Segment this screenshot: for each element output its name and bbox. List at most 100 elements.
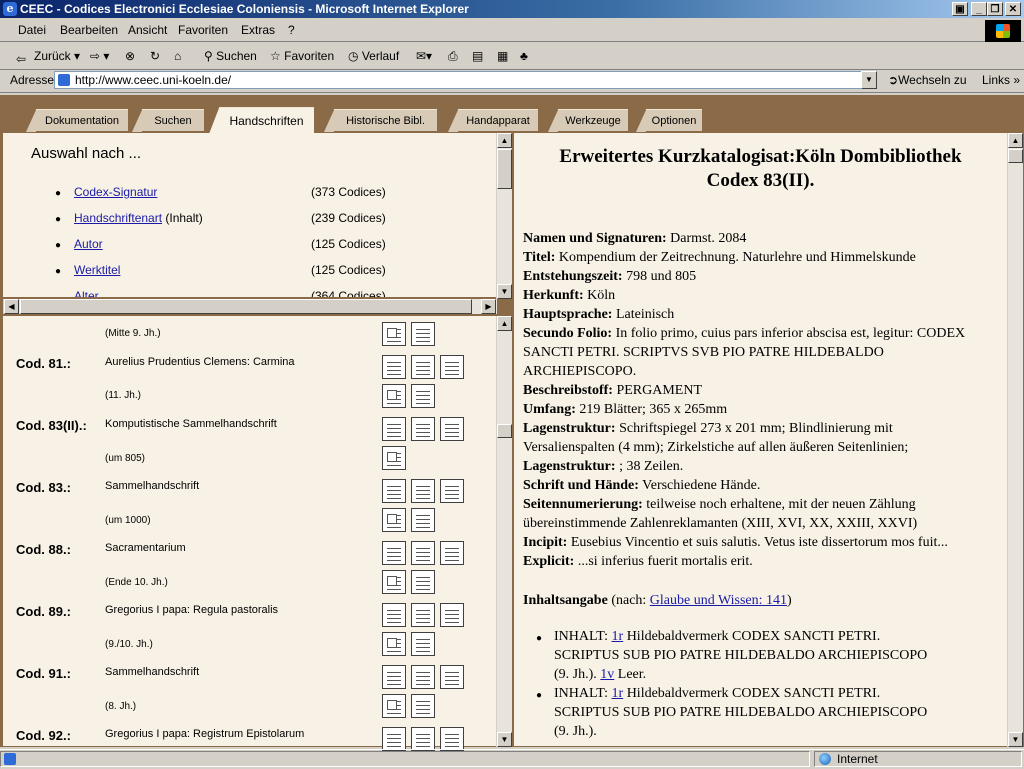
document-icon[interactable] [411,727,435,751]
document-icon[interactable] [411,541,435,565]
mail-button[interactable]: ✉▾ [416,49,432,63]
document-icon[interactable] [411,479,435,503]
forward-button[interactable]: ⇨ ▾ [90,49,109,63]
favorites-button[interactable]: ☆ Favoriten [270,49,334,63]
scroll-thumb[interactable] [1008,149,1023,163]
discuss-button[interactable]: ▦ [497,49,508,63]
tab-optionen[interactable]: Optionen [636,109,702,132]
facsimile-icon[interactable] [382,322,406,346]
close-button[interactable]: ✕ [1005,2,1021,16]
document-icon[interactable] [440,541,464,565]
document-icon[interactable] [382,541,406,565]
home-button[interactable]: ⌂ [174,49,181,63]
scroll-right-button[interactable]: ▶ [481,299,496,314]
tab-historische-bibl[interactable]: Historische Bibl. [324,109,437,132]
scroll-down-button[interactable]: ▼ [497,732,512,747]
document-icon[interactable] [382,665,406,689]
facsimile-icon[interactable] [382,384,406,408]
folio-link[interactable]: 1v [600,667,614,682]
tab-dokumentation[interactable]: Dokumentation [26,109,128,132]
zone-label: Internet [837,752,878,766]
document-icon[interactable] [411,508,435,532]
restore-small-icon[interactable]: ▣ [952,2,968,16]
menu-help[interactable]: ? [288,23,295,37]
messenger-button[interactable]: ♣ [520,49,528,63]
document-icon[interactable] [411,665,435,689]
codex-list-vscrollbar[interactable]: ▲ ▼ [496,316,512,747]
go-button[interactable]: ➲Wechseln zu [888,73,967,87]
document-icon[interactable] [411,603,435,627]
menu-extras[interactable]: Extras [241,23,275,37]
document-icon[interactable] [411,632,435,656]
document-icon[interactable] [411,694,435,718]
detail-vscrollbar[interactable]: ▲ ▼ [1007,133,1023,747]
tab-werkzeuge[interactable]: Werkzeuge [548,109,628,132]
address-input[interactable]: http://www.ceec.uni-koeln.de/ [54,71,862,89]
edit-button[interactable]: ▤ [472,49,483,63]
folio-link[interactable]: 1r [612,629,624,644]
facsimile-icon[interactable] [382,570,406,594]
detail-field: ARCHIEPISCOPO. [523,362,1003,381]
scroll-up-button[interactable]: ▲ [1008,133,1023,148]
folio-link[interactable]: 1r [612,686,624,701]
document-icon[interactable] [411,322,435,346]
document-icon[interactable] [411,355,435,379]
history-button[interactable]: ◷ Verlauf [348,49,399,63]
document-icon[interactable] [382,727,406,751]
scroll-thumb[interactable] [497,424,512,438]
scroll-left-button[interactable]: ◀ [4,299,19,314]
stop-button[interactable]: ⊗ [125,49,135,63]
scroll-up-button[interactable]: ▲ [497,133,512,148]
document-icon[interactable] [411,417,435,441]
address-dropdown-button[interactable]: ▼ [861,71,877,89]
menu-favoriten[interactable]: Favoriten [178,23,228,37]
facsimile-icon[interactable] [382,508,406,532]
hscroll-thumb[interactable] [20,299,472,314]
field-label: Lagenstruktur: [523,421,616,436]
facsimile-icon[interactable] [382,694,406,718]
links-button[interactable]: Links » [982,73,1020,87]
scroll-thumb[interactable] [497,149,512,189]
document-icon[interactable] [382,479,406,503]
document-icon[interactable] [440,665,464,689]
tab-handschriften[interactable]: Handschriften [209,107,314,134]
document-icon[interactable] [382,355,406,379]
link-autor[interactable]: Autor [74,237,103,251]
selection-hscrollbar[interactable]: ◀ ▶ [3,299,497,314]
search-button[interactable]: ⚲ Suchen [204,49,257,63]
document-icon[interactable] [440,355,464,379]
search-icon: ⚲ [204,49,213,63]
document-icon[interactable] [440,479,464,503]
scroll-down-button[interactable]: ▼ [497,284,512,299]
scroll-down-button[interactable]: ▼ [1008,732,1023,747]
document-icon[interactable] [411,384,435,408]
document-icon[interactable] [440,603,464,627]
menu-bearbeiten[interactable]: Bearbeiten [60,23,118,37]
refresh-button[interactable]: ↻ [150,49,160,63]
back-button[interactable]: ⇦ Zurück ▾ [16,49,80,66]
document-icon[interactable] [440,727,464,751]
print-button[interactable]: ⎙ [448,49,458,64]
link-handschriftenart[interactable]: Handschriftenart [74,211,162,225]
document-icon[interactable] [382,417,406,441]
selection-vscrollbar[interactable]: ▲ ▼ [496,133,512,299]
link-codex-signatur[interactable]: Codex-Signatur [74,185,157,199]
field-label: Umfang: [523,402,576,417]
tab-suchen[interactable]: Suchen [132,109,204,132]
link-glaube-und-wissen[interactable]: Glaube und Wissen: 141 [650,593,787,608]
scroll-up-button[interactable]: ▲ [497,316,512,331]
document-icon[interactable] [440,417,464,441]
maximize-button[interactable]: ❐ [987,2,1003,16]
menu-datei[interactable]: Datei [18,23,46,37]
tab-handapparat[interactable]: Handapparat [448,109,538,132]
link-werktitel[interactable]: Werktitel [74,263,120,277]
minimize-button[interactable]: _ [971,2,987,16]
document-icon[interactable] [411,570,435,594]
link-alter[interactable]: Alter [74,289,99,297]
facsimile-icon[interactable] [382,446,406,470]
facsimile-icon[interactable] [382,632,406,656]
page-icon [58,74,70,86]
forward-arrow-icon: ⇨ ▾ [90,49,110,63]
menu-ansicht[interactable]: Ansicht [128,23,167,37]
document-icon[interactable] [382,603,406,627]
